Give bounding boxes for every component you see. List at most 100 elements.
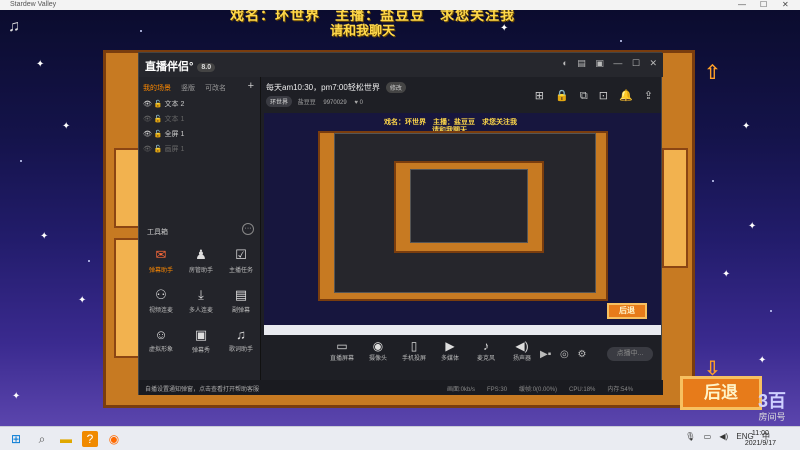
download-icon: ⤓ [198, 287, 204, 302]
tool-sub-danmu[interactable]: ▤ 副弹幕 [221, 287, 261, 314]
search-icon[interactable]: ⌕ [34, 431, 50, 447]
tab-rename[interactable]: 可改名 [205, 85, 226, 92]
user-icon: ♟ [195, 247, 207, 262]
app-minimize-icon[interactable]: — [613, 58, 622, 68]
minimize-button[interactable]: — [738, 0, 746, 9]
bell-icon[interactable]: 🔔 [619, 90, 633, 102]
status-message[interactable]: 自播设置通知弹窗，点击查看打开帮助客服 [145, 384, 259, 393]
star-icon: ✦ [748, 221, 757, 232]
source-item[interactable]: 👁 🔓 文本 1 [143, 114, 184, 124]
banner-line-2: 请和我聊天 [330, 23, 396, 38]
media-button[interactable]: ▶ 多媒体 [432, 339, 468, 362]
tool-label: 麦克风 [476, 356, 495, 362]
version-badge[interactable]: 8.0 [197, 62, 216, 72]
lyrics-icon: ♫ [236, 327, 246, 342]
lock-icon[interactable]: 🔒 [555, 90, 569, 102]
streaming-app-icon[interactable]: ◉ [106, 431, 122, 447]
maximize-button[interactable]: ☐ [760, 0, 767, 9]
phone-cast-button[interactable]: ▯ 手机投屏 [396, 339, 432, 362]
share-icon[interactable]: ⇪ [644, 90, 653, 102]
close-button[interactable]: ✕ [782, 0, 789, 9]
speaker-button[interactable]: ◀) 扬声器 [504, 339, 540, 362]
tool-label: 摄像头 [368, 356, 387, 362]
record-icon[interactable]: ⊡ [599, 90, 608, 102]
comment-icon: ✉ [155, 247, 167, 262]
streaming-app-window: 直播伴侣° 8.0 ◐ ▤ ▣ — ☐ ✕ 我的场景 竖版 可改名 + 👁 🔓 文本 … [138, 52, 663, 395]
tool-label: 主播任务 [228, 268, 253, 274]
category-chip[interactable]: 环世界 [266, 96, 293, 107]
show-icon: ▣ [194, 327, 208, 342]
star-dot [140, 30, 142, 32]
tool-danmu-helper[interactable]: ✉ 弹幕助手 [141, 247, 181, 274]
source-label: 画屏 1 [164, 146, 185, 153]
tool-room-admin[interactable]: ♟ 房管助手 [181, 247, 221, 274]
tool-host-task[interactable]: ☑ 主播任务 [221, 247, 261, 274]
tool-lyrics[interactable]: ♫ 歌词助手 [221, 327, 261, 353]
camera-button[interactable]: ◉ 摄像头 [360, 339, 396, 362]
screen-capture-button[interactable]: ▭ 直播屏幕 [324, 339, 360, 362]
star-dot [770, 310, 772, 312]
tool-label: 视频连麦 [148, 308, 173, 314]
cpu-stat: CPU:18% [569, 387, 596, 393]
clock[interactable]: 11:00 2021/9/17 [745, 429, 776, 449]
eye-icon[interactable]: ◎ [560, 349, 569, 360]
add-scene-icon[interactable]: + [248, 80, 254, 92]
windows-start-icon[interactable]: ⊞ [8, 431, 24, 447]
scroll-up-arrow-icon[interactable]: ⇧ [704, 60, 721, 85]
tool-label: 手机投屏 [401, 356, 426, 362]
back-button[interactable]: 后退 [680, 376, 762, 410]
preview-taskbar [264, 325, 661, 335]
tool-video-link[interactable]: ⚇ 视频连麦 [141, 287, 181, 314]
dropped-frames-stat: 缓帧:0(0.00%) [519, 387, 558, 393]
window-title: Stardew Valley [10, 1, 57, 8]
microphone-button[interactable]: ♪ 麦克风 [468, 339, 504, 362]
source-label: 文本 2 [164, 101, 185, 108]
grid-icon[interactable]: ⊞ [535, 90, 544, 102]
tool-danmu-show[interactable]: ▣ 弹幕秀 [181, 327, 221, 354]
stream-preview[interactable]: 戏名：环世界 主播：盐豆豆 求您关注我 请和我聊天 后退 [264, 113, 661, 335]
memory-stat: 内存:54% [607, 387, 634, 393]
app-maximize-icon[interactable]: ☐ [632, 58, 640, 68]
folder-icon[interactable]: ▬ [58, 431, 74, 447]
menu-icon[interactable]: ▤ [577, 58, 586, 68]
scene-tabs: 我的场景 竖版 可改名 [143, 83, 236, 93]
source-item[interactable]: 👁 🔓 全屏 1 [143, 129, 184, 139]
avatar[interactable]: ◐ [562, 58, 567, 68]
tool-label: 直播屏幕 [329, 356, 354, 362]
source-item[interactable]: 👁 🔓 画屏 1 [143, 144, 184, 154]
source-label: 文本 1 [164, 116, 185, 123]
tab-my-scene[interactable]: 我的场景 [143, 85, 171, 92]
music-note-icon[interactable]: ♫ [8, 18, 20, 36]
status-bar: 自播设置通知弹窗，点击查看打开帮助客服 画面:0kb/s FPS:30 缓帧:0(0… [139, 380, 663, 395]
tool-label: 多人连麦 [188, 308, 213, 314]
avatar-icon: ☺ [154, 327, 168, 342]
app-window-controls: ◐ ▤ ▣ — ☐ ✕ [555, 58, 657, 69]
video-record-icon[interactable]: ▶▪ [540, 349, 551, 360]
mic-tray-icon[interactable]: 🎙 [685, 432, 695, 441]
skin-icon[interactable]: ▣ [595, 58, 604, 68]
edit-title-button[interactable]: 修改 [385, 82, 406, 93]
source-item[interactable]: 👁 🔓 文本 2 [143, 99, 184, 109]
star-dot [88, 260, 90, 262]
star-icon: ✦ [36, 59, 45, 70]
media-icon: ▶ [445, 339, 455, 353]
settings-icon[interactable]: ⚙ [578, 349, 587, 360]
star-icon: ✦ [722, 269, 731, 280]
app-logo-text: 直播伴侣° [145, 61, 194, 73]
room-id: 9970029 [323, 100, 347, 106]
tool-label: 歌词助手 [228, 347, 253, 353]
tab-vertical[interactable]: 竖版 [181, 85, 195, 92]
tool-multi-link[interactable]: ⤓ 多人连麦 [181, 287, 221, 314]
more-icon[interactable]: ··· [242, 223, 254, 235]
start-live-button[interactable]: 点播中... [607, 347, 653, 361]
volume-icon[interactable]: ◀) [719, 432, 728, 441]
screenshot-icon[interactable]: ⧉ [580, 90, 588, 102]
phone-icon: ▯ [410, 339, 418, 353]
app-close-icon[interactable]: ✕ [649, 58, 657, 68]
game-app-icon[interactable]: ? [82, 431, 98, 447]
host-name: 盐豆豆 [297, 100, 316, 106]
network-icon[interactable]: ▭ [704, 432, 712, 441]
tool-virtual-avatar[interactable]: ☺ 虚拟形象 [141, 327, 181, 353]
star-icon: ✦ [500, 23, 509, 34]
main-panel: 每天am10:30，pm7:00轻松世界 修改 环世界 盐豆豆 9970029 ♥… [262, 77, 663, 380]
